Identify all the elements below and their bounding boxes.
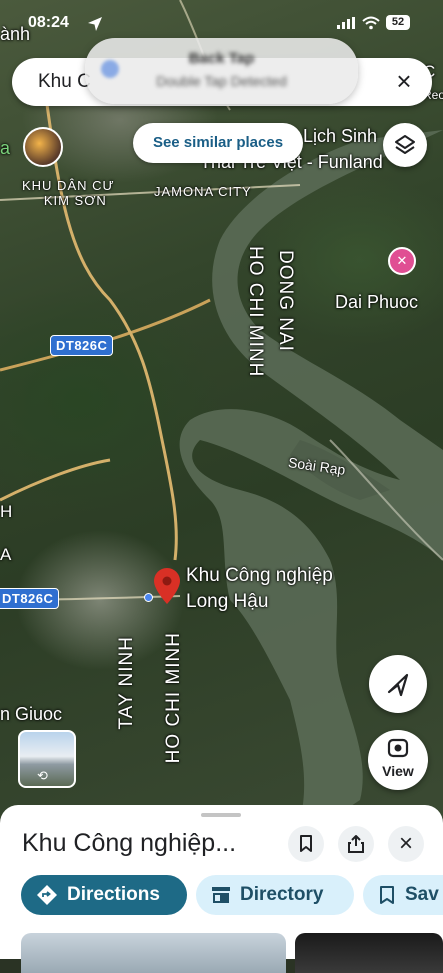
search-input[interactable]: Khu C xyxy=(38,71,91,93)
camera-lens-icon xyxy=(387,738,409,758)
map-label-dai-phuoc: Dai Phuoc xyxy=(335,292,419,312)
save-place-button[interactable] xyxy=(288,826,324,862)
map-label-jamona: JAMONA CITY xyxy=(154,184,252,199)
directory-button[interactable]: Directory xyxy=(196,875,354,915)
rotate-360-icon: ⟲ xyxy=(37,768,48,783)
back-tap-toast: Back Tap Double Tap Detected xyxy=(85,38,358,104)
pin-label-line1: Khu Công nghiệp xyxy=(186,565,333,586)
wifi-icon xyxy=(362,16,380,30)
poi-photo-kim-son[interactable] xyxy=(23,127,63,167)
map-label-h-left: H xyxy=(0,502,13,521)
fork-knife-icon: ✕ xyxy=(396,253,408,268)
navigation-arrow-icon xyxy=(387,673,409,697)
close-icon: × xyxy=(398,830,413,857)
map-label-tay-ninh: TAY NINH xyxy=(116,636,137,730)
road-badge-dt826c-bottom: DT826C xyxy=(0,588,60,609)
recenter-location-button[interactable] xyxy=(369,655,427,713)
toast-title: Back Tap xyxy=(188,50,255,67)
battery-icon: 52 xyxy=(386,15,410,30)
see-similar-places-button[interactable]: See similar places xyxy=(133,123,303,163)
directions-icon xyxy=(37,885,57,905)
lens-view-button[interactable]: View xyxy=(368,730,428,790)
map-pin[interactable] xyxy=(154,568,180,604)
directory-label: Directory xyxy=(240,884,324,905)
map-label-a: a xyxy=(0,138,11,158)
map-label-dan-cu-line2: KIM SƠN xyxy=(43,193,107,208)
map-label-dan-cu: KHU DÂN CƯ KIM SƠN xyxy=(22,178,115,208)
map-label-ho-chi-minh-top: HO CHI MINH xyxy=(245,246,266,378)
map-label-dong-nai: DONG NAI xyxy=(275,250,296,352)
sheet-drag-handle[interactable] xyxy=(201,813,241,817)
directions-button[interactable]: Directions xyxy=(21,875,187,915)
store-icon xyxy=(212,887,230,903)
place-photo-2[interactable] xyxy=(295,933,443,973)
close-icon[interactable]: × xyxy=(390,68,418,96)
map-label-ho-chi-minh-bottom: HO CHI MINH xyxy=(163,632,184,764)
toast-subtitle: Double Tap Detected xyxy=(156,73,287,89)
place-title: Khu Công nghiệp... xyxy=(22,829,237,857)
place-bottom-sheet[interactable]: Khu Công nghiệp... × Directions Director… xyxy=(0,805,443,973)
map-pin-icon xyxy=(154,568,180,604)
bookmark-icon xyxy=(300,835,312,852)
poi-marker-dai-phuoc[interactable]: ✕ xyxy=(388,247,416,275)
directions-label: Directions xyxy=(67,884,160,905)
location-dot xyxy=(144,593,153,602)
location-services-icon xyxy=(88,17,102,31)
street-view-thumbnail[interactable]: ⟲ xyxy=(18,730,76,788)
close-sheet-button[interactable]: × xyxy=(388,826,424,862)
pin-label-line2: Long Hậu xyxy=(186,591,269,612)
status-time: 08:24 xyxy=(28,14,69,31)
share-button[interactable] xyxy=(338,826,374,862)
layers-icon xyxy=(395,135,415,154)
map-label-dan-cu-line1: KHU DÂN CƯ xyxy=(22,178,115,193)
save-label: Sav xyxy=(405,884,439,905)
share-icon xyxy=(348,835,364,853)
save-button[interactable]: Sav xyxy=(363,875,443,915)
map-label-giuoc: n Giuoc xyxy=(0,704,63,724)
cellular-signal-icon xyxy=(337,17,357,29)
road-badge-dt826c-top: DT826C xyxy=(50,335,114,356)
map-label-lich-sinh: Lịch Sinh xyxy=(303,126,378,146)
layers-button[interactable] xyxy=(383,123,427,167)
map-label-a-left-lower: A xyxy=(0,545,12,564)
place-photo-1[interactable] xyxy=(21,933,286,973)
bookmark-icon xyxy=(380,886,394,904)
view-button-label: View xyxy=(382,763,414,779)
